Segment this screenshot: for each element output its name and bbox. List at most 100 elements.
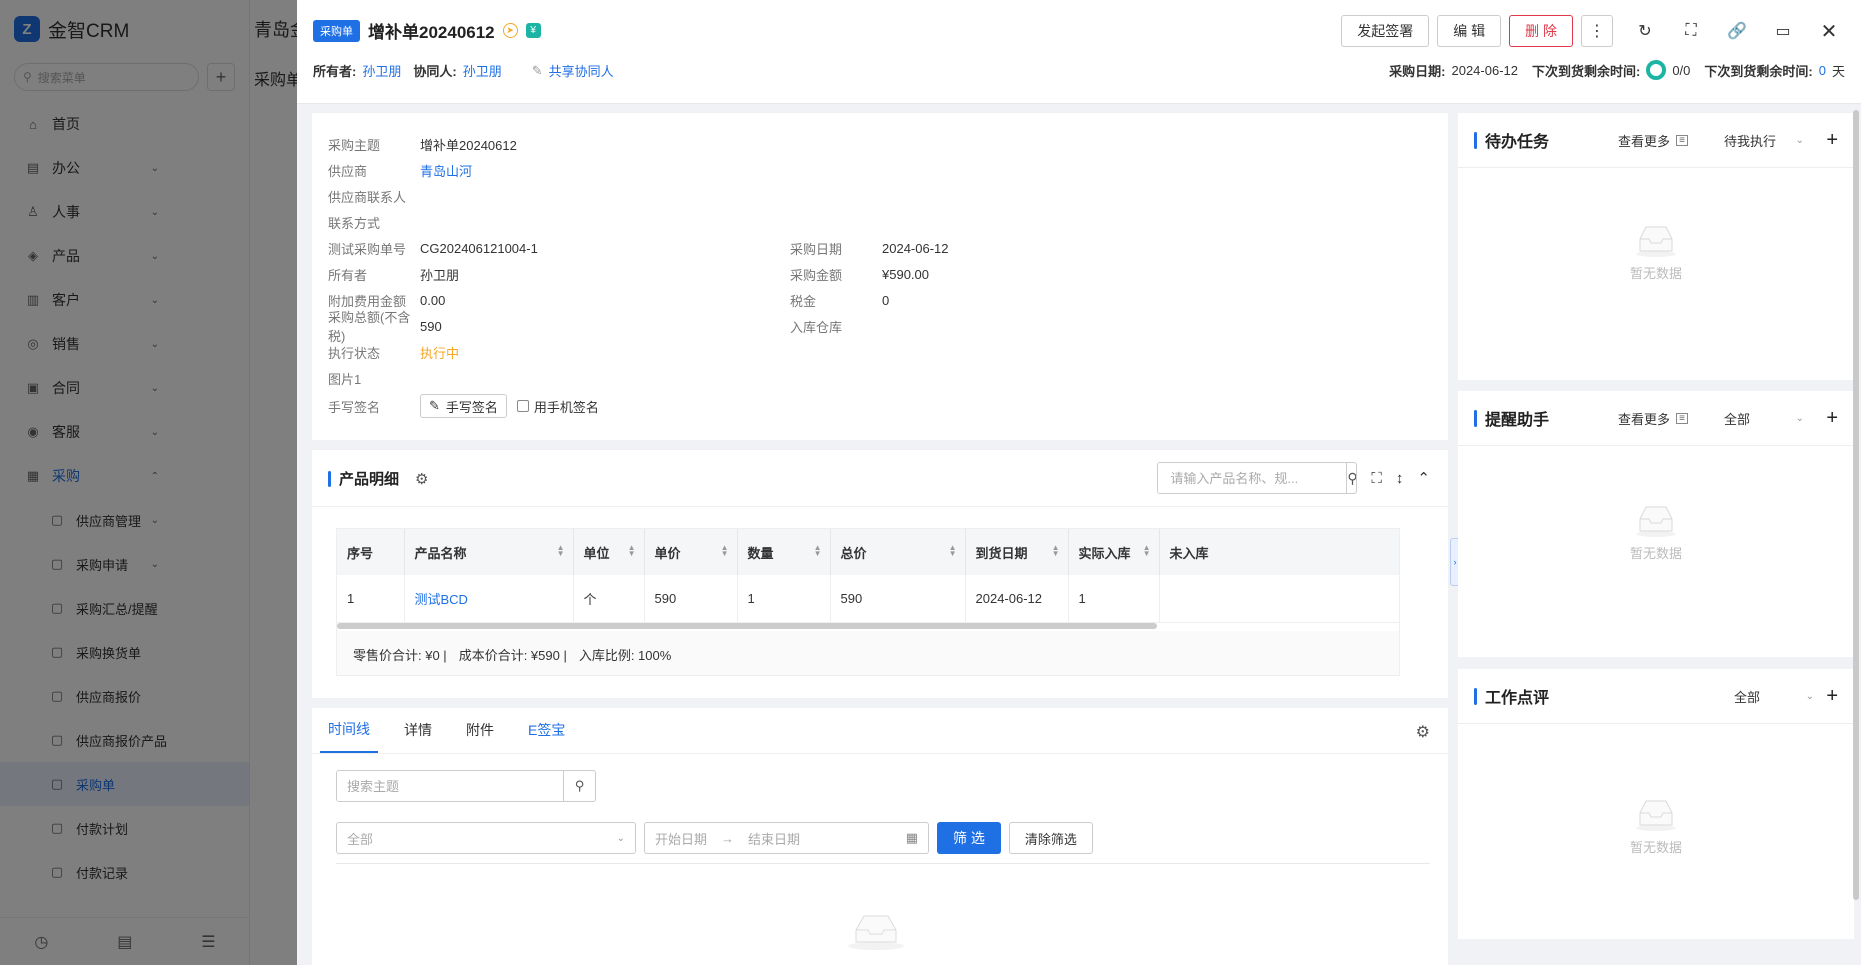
resize-vertical-icon[interactable]: ↕ bbox=[1396, 470, 1404, 487]
vertical-scrollbar[interactable] bbox=[1853, 110, 1859, 900]
field-value: 2024-06-12 bbox=[882, 240, 949, 256]
timeline-search-input[interactable] bbox=[337, 771, 563, 801]
chevron-down-icon: ⌄ bbox=[616, 832, 625, 844]
tab-2[interactable]: 附件 bbox=[458, 707, 502, 753]
table-cell[interactable]: 测试BCD bbox=[404, 575, 574, 623]
fullscreen-icon[interactable]: ⛶ bbox=[1677, 15, 1705, 47]
tab-0[interactable]: 时间线 bbox=[320, 707, 378, 753]
info-field: 执行状态 执行中 bbox=[328, 339, 538, 365]
sort-icon[interactable]: ▲ ▼ bbox=[628, 544, 636, 558]
mobile-sign-option[interactable]: 用手机签名 bbox=[516, 397, 599, 416]
table-cell: 1 bbox=[737, 575, 831, 623]
signature-label: 手写签名 bbox=[328, 399, 381, 415]
column-header[interactable]: 数量 ▲ ▼ bbox=[737, 529, 831, 575]
start-sign-button[interactable]: 发起签署 bbox=[1341, 15, 1430, 47]
chevron-down-icon: ⌄ bbox=[1795, 412, 1804, 424]
review-title: 工作点评 bbox=[1474, 684, 1549, 708]
sort-icon[interactable]: ▲ ▼ bbox=[721, 544, 729, 558]
end-date[interactable]: 结束日期 bbox=[748, 829, 800, 848]
stock-ratio: 入库比例: 100% bbox=[578, 647, 672, 663]
sort-icon[interactable]: ▲ ▼ bbox=[557, 544, 565, 558]
more-menu-button[interactable]: ⋮ bbox=[1581, 15, 1613, 47]
column-header[interactable]: 总价 ▲ ▼ bbox=[830, 529, 966, 575]
column-header-label: 实际入库 bbox=[1078, 545, 1131, 561]
horizontal-scrollbar[interactable] bbox=[337, 623, 1157, 629]
field-label: 采购日期 bbox=[790, 241, 843, 257]
column-header[interactable]: 序号 bbox=[337, 529, 405, 575]
reminder-panel: 提醒助手 查看更多 ≡ 全部 ⌄ + 暂无数据 bbox=[1458, 391, 1854, 657]
table-cell: 个 bbox=[573, 575, 645, 623]
table-cell: 2024-06-12 bbox=[965, 575, 1069, 623]
handwritten-sign-button[interactable]: ✎ 手写签名 bbox=[420, 394, 507, 418]
clear-filter-button[interactable]: 清除筛选 bbox=[1008, 822, 1093, 854]
sort-icon[interactable]: ▲ ▼ bbox=[1143, 544, 1151, 558]
column-header-label: 总价 bbox=[840, 545, 867, 561]
open-list-icon: ≡ bbox=[1676, 134, 1689, 146]
add-reminder-button[interactable]: + bbox=[1826, 407, 1838, 430]
refresh-icon[interactable]: ↻ bbox=[1631, 15, 1659, 47]
column-header[interactable]: 到货日期 ▲ ▼ bbox=[965, 529, 1069, 575]
window-icon[interactable]: ▭ bbox=[1769, 15, 1797, 47]
info-field: 采购主题 增补单20240612 bbox=[328, 131, 538, 157]
column-header[interactable]: 单价 ▲ ▼ bbox=[644, 529, 738, 575]
filter-button[interactable]: 筛 选 bbox=[937, 822, 1001, 854]
owner-label: 所有者: bbox=[313, 64, 357, 79]
type-select[interactable]: 全部 ⌄ bbox=[336, 822, 636, 854]
info-field: 税金 0 bbox=[790, 287, 949, 313]
edit-button[interactable]: 编 辑 bbox=[1437, 15, 1502, 47]
column-header[interactable]: 单位 ▲ ▼ bbox=[573, 529, 645, 575]
gear-icon[interactable]: ⚙ bbox=[415, 470, 428, 488]
field-value: 执行中 bbox=[420, 345, 460, 361]
share-collab-button[interactable]: ✎ 共享协同人 bbox=[532, 61, 614, 80]
signature-row: 手写签名 ✎ 手写签名 用手机签名 bbox=[328, 393, 599, 419]
field-value: ¥590.00 bbox=[882, 266, 929, 282]
follow-icon[interactable]: ➤ bbox=[502, 23, 518, 38]
table-cell: 1 bbox=[1068, 575, 1160, 623]
mobile-sign-checkbox[interactable] bbox=[516, 400, 529, 412]
close-icon[interactable]: ✕ bbox=[1815, 15, 1843, 47]
gear-icon[interactable]: ⚙ bbox=[1416, 722, 1430, 742]
product-search-input[interactable] bbox=[1158, 463, 1347, 493]
column-header-label: 到货日期 bbox=[975, 545, 1028, 561]
column-header-label: 单价 bbox=[654, 545, 681, 561]
field-value[interactable]: 青岛山河 bbox=[420, 161, 472, 180]
delete-button[interactable]: 删 除 bbox=[1509, 15, 1573, 47]
column-header-label: 单位 bbox=[583, 545, 610, 561]
tab-1[interactable]: 详情 bbox=[396, 707, 440, 753]
expand-icon[interactable]: ⛶ bbox=[1371, 470, 1382, 487]
sort-icon[interactable]: ▲ ▼ bbox=[814, 544, 822, 558]
owner-link[interactable]: 孙卫朋 bbox=[362, 61, 401, 80]
field-label: 图片1 bbox=[328, 371, 362, 387]
timeline-search: ⚲ bbox=[336, 770, 596, 802]
money-icon: ¥ bbox=[525, 23, 541, 38]
reminder-view-more[interactable]: 查看更多 ≡ bbox=[1618, 409, 1689, 428]
review-empty-state: 暂无数据 bbox=[1458, 797, 1854, 856]
collab-link[interactable]: 孙卫朋 bbox=[463, 61, 502, 80]
sort-icon[interactable]: ▲ ▼ bbox=[1052, 544, 1060, 558]
table-cell bbox=[1159, 575, 1399, 623]
reminder-filter-select[interactable]: 全部 ⌄ bbox=[1724, 409, 1804, 428]
field-value: 590 bbox=[420, 318, 442, 334]
column-header[interactable]: 实际入库 ▲ ▼ bbox=[1068, 529, 1160, 575]
start-date[interactable]: 开始日期 bbox=[655, 829, 707, 848]
product-search: ⚲ bbox=[1157, 462, 1358, 494]
date-range-picker[interactable]: 开始日期 → 结束日期 ▦ bbox=[644, 822, 929, 854]
review-filter-select[interactable]: 全部 ⌄ bbox=[1734, 687, 1814, 706]
drawer-header: 采购单 增补单20240612 ➤ ¥ 所有者: 孙卫朋 协同人: 孙卫朋 ✎ … bbox=[297, 0, 1861, 104]
sort-icon[interactable]: ▲ ▼ bbox=[949, 544, 957, 558]
tab-3[interactable]: E签宝 bbox=[520, 707, 573, 753]
add-task-button[interactable]: + bbox=[1826, 129, 1838, 152]
todo-filter-select[interactable]: 待我执行 ⌄ bbox=[1724, 131, 1804, 150]
collapse-up-icon[interactable]: ⌃ bbox=[1417, 469, 1430, 487]
todo-view-more[interactable]: 查看更多 ≡ bbox=[1618, 131, 1689, 150]
add-review-button[interactable]: + bbox=[1826, 685, 1838, 708]
search-icon[interactable]: ⚲ bbox=[563, 771, 595, 801]
field-label: 测试采购单号 bbox=[328, 241, 407, 257]
field-value: 0 bbox=[882, 292, 890, 308]
column-header[interactable]: 产品名称 ▲ ▼ bbox=[404, 529, 574, 575]
field-label: 采购总额(不含税) bbox=[328, 310, 411, 344]
column-header[interactable]: 未入库 bbox=[1159, 529, 1399, 575]
search-icon[interactable]: ⚲ bbox=[1346, 463, 1356, 493]
product-section-title: 产品明细 ⚙ bbox=[328, 468, 428, 489]
link-icon[interactable]: 🔗 bbox=[1723, 15, 1751, 47]
